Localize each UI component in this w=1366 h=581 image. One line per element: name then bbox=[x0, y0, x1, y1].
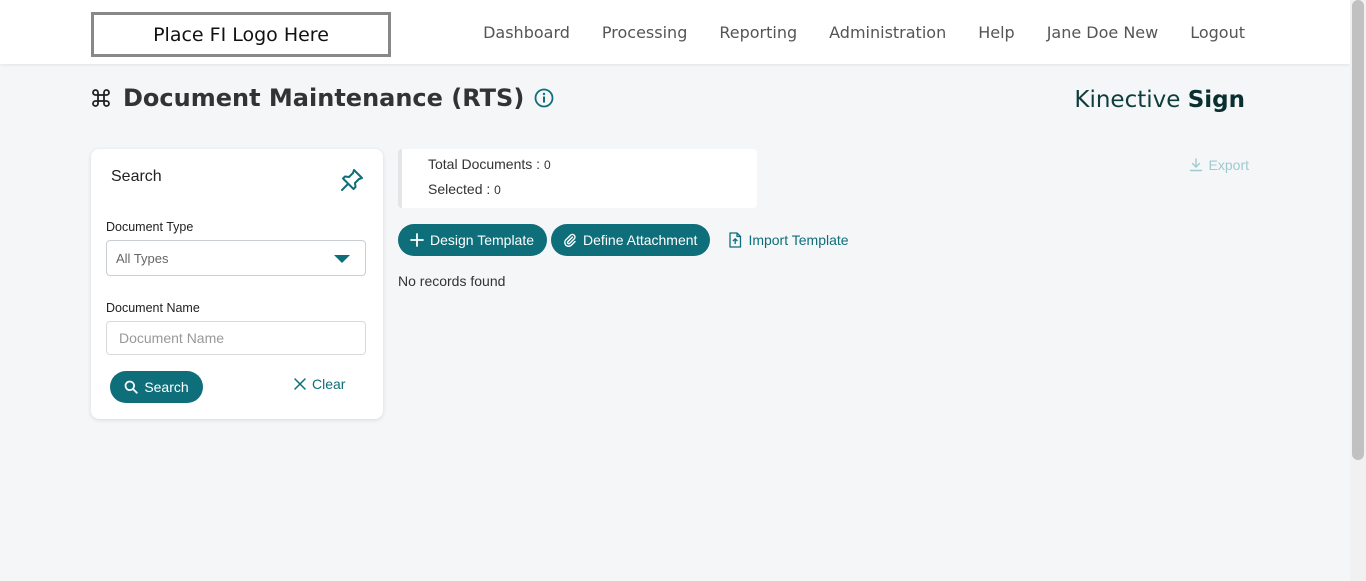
total-documents-row: Total Documents : 0 bbox=[428, 156, 551, 172]
download-icon bbox=[1189, 158, 1202, 172]
import-template-label: Import Template bbox=[748, 232, 849, 248]
search-panel: Search Document Type All Types Document … bbox=[91, 149, 383, 419]
chevron-down-icon bbox=[334, 255, 350, 263]
clear-button[interactable]: Clear bbox=[294, 376, 345, 392]
kinective-sign-logo: Kinective Sign bbox=[1074, 87, 1245, 113]
export-label: Export bbox=[1208, 157, 1249, 173]
fi-logo-placeholder[interactable]: Place FI Logo Here bbox=[91, 12, 391, 57]
design-template-button[interactable]: Design Template bbox=[398, 224, 548, 256]
pin-icon[interactable] bbox=[339, 167, 365, 193]
no-records-message: No records found bbox=[398, 273, 506, 289]
document-name-input[interactable] bbox=[106, 321, 366, 355]
nav-processing[interactable]: Processing bbox=[602, 23, 687, 42]
page-scrollbar[interactable] bbox=[1350, 0, 1366, 581]
nav-user-name[interactable]: Jane Doe New bbox=[1047, 23, 1159, 42]
close-icon bbox=[294, 378, 306, 390]
action-toolbar: Design Template Define Attachment Import… bbox=[398, 224, 849, 256]
total-documents-label: Total Documents : bbox=[428, 156, 544, 172]
selected-row: Selected : 0 bbox=[428, 181, 501, 197]
plus-icon bbox=[410, 233, 424, 247]
document-type-value: All Types bbox=[116, 251, 169, 266]
file-import-icon bbox=[729, 232, 742, 248]
paperclip-icon bbox=[564, 233, 576, 247]
top-navigation-bar: Place FI Logo Here Dashboard Processing … bbox=[0, 0, 1350, 64]
total-documents-count: 0 bbox=[543, 158, 551, 172]
nav-help[interactable]: Help bbox=[978, 23, 1014, 42]
selected-count: 0 bbox=[494, 183, 501, 197]
selected-label: Selected : bbox=[428, 181, 495, 197]
nav-logout[interactable]: Logout bbox=[1190, 23, 1245, 42]
search-panel-title: Search bbox=[111, 168, 162, 185]
search-button-label: Search bbox=[144, 379, 189, 395]
brand-bold-text: Sign bbox=[1187, 87, 1245, 113]
export-button[interactable]: Export bbox=[1189, 157, 1249, 173]
document-stats-card: Total Documents : 0 Selected : 0 bbox=[398, 149, 757, 208]
info-icon[interactable] bbox=[534, 88, 554, 108]
import-template-button[interactable]: Import Template bbox=[728, 232, 849, 248]
document-name-label: Document Name bbox=[106, 301, 200, 315]
nav-administration[interactable]: Administration bbox=[829, 23, 946, 42]
nav-reporting[interactable]: Reporting bbox=[719, 23, 797, 42]
document-type-select[interactable]: All Types bbox=[106, 240, 366, 276]
search-button[interactable]: Search bbox=[110, 371, 203, 403]
design-template-label: Design Template bbox=[430, 232, 535, 248]
page-title-row: Document Maintenance (RTS) bbox=[91, 84, 554, 112]
main-nav: Dashboard Processing Reporting Administr… bbox=[483, 0, 1245, 64]
scrollbar-thumb[interactable] bbox=[1352, 0, 1364, 460]
page-title: Document Maintenance (RTS) bbox=[123, 84, 525, 112]
clear-button-label: Clear bbox=[312, 376, 346, 392]
brand-light-text: Kinective bbox=[1074, 87, 1181, 113]
document-type-label: Document Type bbox=[106, 220, 194, 234]
define-attachment-label: Define Attachment bbox=[583, 232, 698, 248]
define-attachment-button[interactable]: Define Attachment bbox=[551, 224, 711, 256]
search-icon bbox=[124, 380, 139, 394]
command-icon bbox=[92, 89, 110, 107]
nav-dashboard[interactable]: Dashboard bbox=[483, 23, 570, 42]
